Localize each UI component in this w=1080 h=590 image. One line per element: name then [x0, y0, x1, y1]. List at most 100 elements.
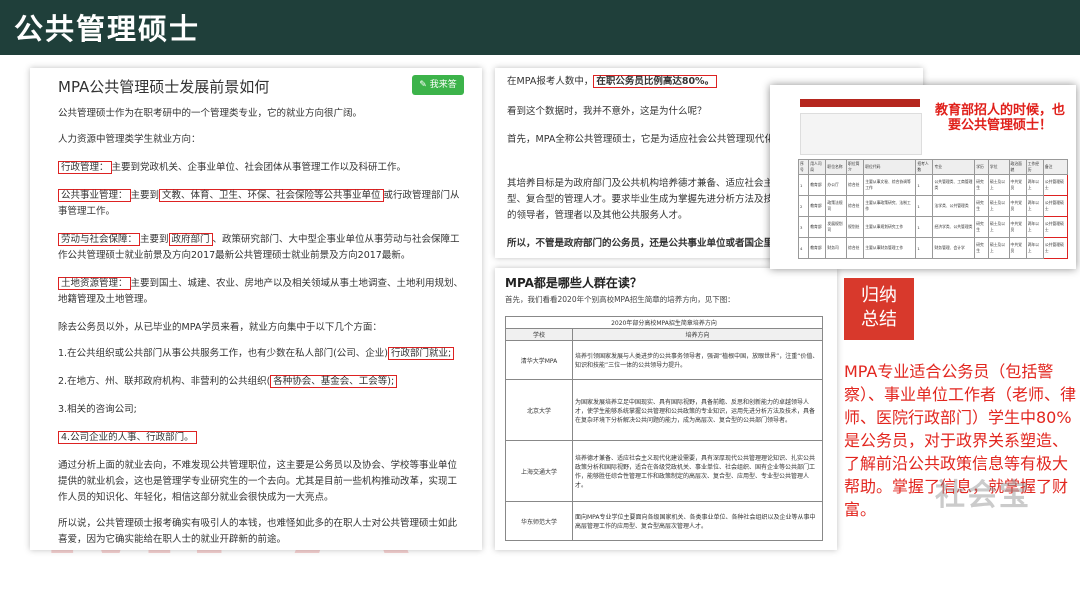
moe-callout-text: 教育部招人的时候，也要公共管理硕士！ [934, 103, 1065, 133]
list-2-text: 2.在地方、州、联邦政府机构、非营利的公共组织( [58, 376, 271, 387]
brand-watermark: 社会宝 [935, 478, 1031, 513]
table-cell-direction: 面向MPA专业学位主要面向各级国家机关、各类事业单位、各种社会组织以及企业等从事… [572, 501, 823, 541]
moe-table-cell: 研究生 [974, 174, 989, 196]
answer-button[interactable]: ✎ 我来答 [412, 75, 464, 95]
moe-table-header-cell: 学位 [987, 159, 1010, 175]
moe-table-cell: 公共管理类、工商管理类 [932, 174, 976, 196]
moe-table-cell: 中共党员 [1008, 195, 1027, 217]
moe-table-cell: 综合处 [846, 195, 865, 217]
schools-table: 2020年部分高校MPA招生简章培养方向 学校 培养方向 清华大学MPA 培养引… [505, 316, 823, 541]
moe-table-cell: 主要从事规划研究工作 [863, 216, 917, 238]
table-caption: 2020年部分高校MPA招生简章培养方向 [505, 316, 823, 329]
moe-table-cell: 研究生 [974, 237, 989, 259]
table-row: 北京大学 为国家发展培养立足中国现实、具有国际视野，具备前瞻、反思和创新能力的卓… [505, 379, 823, 441]
moe-table-cell: 两年以上 [1025, 237, 1044, 259]
moe-table-header-cell: 专业 [932, 159, 976, 175]
moe-table-header-cell: 职位名称 [825, 159, 848, 175]
moe-table-cell: 两年以上 [1025, 174, 1044, 196]
table-cell-direction: 培养引领国家发展与人类进步的公共事务领导者，强调“植根中国，放眼世界”，注重“价… [572, 340, 823, 380]
article-screenshot: MPA公共管理硕士发展前景如何 ✎ 我来答 公共管理硕士作为在职考研中的一个管理… [30, 68, 482, 550]
moe-table-cell: 4 [797, 237, 810, 259]
list-item-1: 1.在公共组织或公共部门从事公共服务工作，也有少数在私人部门(公司、企业) 行政部… [58, 346, 466, 362]
moe-table-cell: 综合处 [846, 237, 865, 259]
summary-label-line1: 归纳 [861, 285, 897, 306]
moe-site-banner [800, 99, 920, 107]
tag-labor: 劳动与社会保障： [58, 233, 141, 246]
tag-public: 公共事业管理： [58, 189, 131, 202]
list-4-boxed: 4.公司企业的人事、行政部门。 [58, 431, 197, 444]
page-title: 公共管理硕士 [14, 12, 201, 46]
moe-table-cell: 中共党员 [1008, 216, 1027, 238]
stats-highlight: 在职公务员比例高达80%。 [593, 75, 718, 88]
moe-table-cell: 两年以上 [1025, 195, 1044, 217]
item-public-boxed: 文教、体育、卫生、环保、社会保险等公共事业单位 [159, 189, 384, 202]
list-item-2: 2.在地方、州、联邦政府机构、非营利的公共组织(各种协会、基金会、工会等); [58, 374, 466, 390]
list-2-boxed: 各种协会、基金会、工会等); [270, 375, 398, 388]
moe-table-header: 序号 用人司局 职位名称 职位简介 职位代码 招考人数 专业 学历 学位 政治面貌 工作经历 备注 [797, 159, 1069, 175]
article-closing: 所以说，公共管理硕士报考确实有吸引人的本钱，也难怪如此多的在职人士对公共管理硕士… [58, 518, 458, 545]
moe-table-cell: 公共管理硕士 [1042, 195, 1069, 217]
table-cell-school: 清华大学MPA [505, 340, 573, 380]
moe-table-header-cell: 职位简介 [846, 159, 865, 175]
moe-table-cell: 硕士及以上 [987, 237, 1010, 259]
summary-label: 归纳 总结 [844, 284, 914, 332]
table-row: 华东师范大学 面向MPA专业学位主要面向各级国家机关、各类事业单位、各种社会组织… [505, 501, 823, 541]
article-title: MPA公共管理硕士发展前景如何 [58, 78, 270, 96]
moe-table-cell: 硕士及以上 [987, 174, 1010, 196]
moe-table-header-cell: 职位代码 [863, 159, 917, 175]
item-land: 土地资源管理： 主要到国土、城建、农业、房地产以及相关领域从事土地调查、土地利用规… [58, 276, 466, 308]
moe-table-header-cell: 招考人数 [915, 159, 934, 175]
moe-table-cell: 法学类、公共管理类 [932, 195, 976, 217]
moe-table-cell: 主要从事政策研究、法制工作 [863, 195, 917, 217]
moe-table-row: 4 教育部 财务司 综合处 主要从事财务管理工作 1 财务管理、会计学 研究生 硕士及以上 中共党… [797, 237, 1069, 259]
moe-table-header-cell: 工作经历 [1025, 159, 1044, 175]
item-labor-boxed: 政府部门 [168, 233, 213, 246]
list-1-boxed: 行政部门就业; [387, 347, 455, 360]
moe-table-cell: 2 [797, 195, 810, 217]
summary-label-box: 归纳 总结 [844, 278, 914, 340]
moe-table-cell: 公共管理硕士 [1042, 174, 1069, 196]
item-labor-pre: 主要到 [140, 234, 169, 245]
table-cell-school: 北京大学 [505, 379, 573, 441]
moe-table-cell: 1 [797, 174, 810, 196]
moe-table-cell: 中共党员 [1008, 237, 1027, 259]
moe-table-header-cell: 政治面貌 [1008, 159, 1027, 175]
article-hr-line: 人力资源中管理类学生就业方向： [58, 134, 201, 145]
moe-table-cell: 发展规划司 [825, 216, 848, 238]
moe-table-cell: 3 [797, 216, 810, 238]
moe-table-cell: 政策法规司 [825, 195, 848, 217]
moe-table-cell: 1 [915, 195, 934, 217]
moe-table-header-cell: 用人司局 [808, 159, 827, 175]
table-doc-title: MPA都是哪些人群在读？ [505, 276, 642, 290]
stats-line-1-pre: 在MPA报考人数中， [507, 76, 594, 87]
list-item-4: 4.公司企业的人事、行政部门。 [58, 430, 466, 446]
item-labor: 劳动与社会保障： 主要到 政府部门 、政策研究部门、大中型企事业单位从事劳动与社会保障… [58, 232, 466, 264]
moe-table-cell: 两年以上 [1025, 216, 1044, 238]
list-1-text: 1.在公共组织或公共部门从事公共服务工作，也有少数在私人部门(公司、企业) [58, 348, 388, 359]
tag-land: 土地资源管理： [58, 277, 131, 290]
moe-table-cell: 办公厅 [825, 174, 848, 196]
moe-table-cell: 公共管理硕士 [1042, 237, 1069, 259]
moe-table-cell: 教育部 [808, 174, 827, 196]
moe-table-cell: 财务司 [825, 237, 848, 259]
moe-table-cell: 公共管理硕士 [1042, 216, 1069, 238]
moe-table-cell: 教育部 [808, 237, 827, 259]
tag-admin: 行政管理： [58, 161, 112, 174]
moe-site-text-block [800, 113, 922, 155]
moe-table-cell: 研究生 [974, 216, 989, 238]
schools-table-screenshot: MPA都是哪些人群在读？ 首先，我们看看2020年个别高校MPA招生简章的培养方… [495, 268, 837, 550]
moe-table-cell: 规划处 [846, 216, 865, 238]
table-row: 上海交通大学 培养德才兼备、适应社会主义现代化建设需要，具有深厚现代公共管理理论… [505, 440, 823, 502]
table-cell-school: 华东师范大学 [505, 501, 573, 541]
table-row: 清华大学MPA 培养引领国家发展与人类进步的公共事务领导者，强调“植根中国，放眼… [505, 340, 823, 380]
answer-button-label: 我来答 [429, 80, 457, 90]
table-cell-direction: 为国家发展培养立足中国现实、具有国际视野，具备前瞻、反思和创新能力的卓越领导人才… [572, 379, 823, 441]
item-admin: 行政管理： 主要到党政机关、企事业单位、社会团体从事管理工作以及科研工作。 [58, 160, 466, 176]
moe-table-cell: 教育部 [808, 216, 827, 238]
moe-table-row: 3 教育部 发展规划司 规划处 主要从事规划研究工作 1 经济学类、公共管理类 研究生 硕士及以… [797, 216, 1069, 238]
article-analysis: 通过分析上面的就业去向，不难发现公共管理职位，这主要是公务员以及协会、学校等事业… [58, 460, 458, 503]
moe-table-cell: 1 [915, 174, 934, 196]
moe-table-row: 1 教育部 办公厅 综合处 主要从事文秘、综合协调等工作 1 公共管理类、工商管理类 研究生硕… [797, 174, 1069, 196]
moe-table-cell: 1 [915, 237, 934, 259]
moe-table-cell: 1 [915, 216, 934, 238]
